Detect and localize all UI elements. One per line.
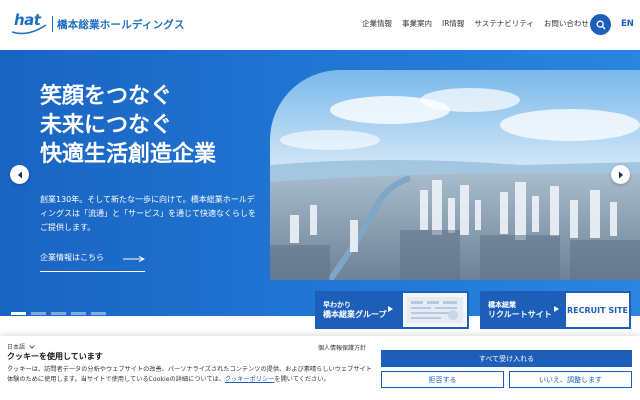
cookie-language-select[interactable]: 日本語	[7, 342, 35, 351]
slider-dot-3[interactable]	[51, 312, 66, 315]
adjust-settings-button[interactable]: いいえ、調整します	[509, 371, 632, 388]
hero-headline: 笑顔をつなぐ 未来につなぐ 快適生活創造企業	[40, 82, 216, 169]
slider-prev-button[interactable]	[10, 165, 29, 184]
recruit-site-badge: RECRUIT SITE	[566, 293, 629, 327]
reject-button[interactable]: 拒否する	[381, 371, 504, 388]
search-icon	[596, 20, 605, 29]
recruit-banner-line-2: リクルートサイト	[488, 310, 552, 319]
chevron-left-icon	[17, 171, 22, 178]
arrow-right-icon	[123, 256, 145, 262]
nav-item-ir[interactable]: IR情報	[442, 18, 464, 29]
cookie-body: クッキーは、訪問者データの分析やウェブサイトの改善、パーソナライズされたコンテン…	[7, 365, 375, 385]
nav-item-business[interactable]: 事業案内	[402, 18, 432, 29]
slider-dot-4[interactable]	[71, 312, 86, 315]
group-banner-line-2: 橋本総業グループ	[323, 310, 387, 319]
chevron-down-icon	[29, 344, 35, 349]
global-nav: 企業情報 事業案内 IR情報 サステナビリティ お問い合わせ	[362, 18, 599, 29]
privacy-policy-link[interactable]: 個人情報保護方針	[318, 343, 366, 352]
language-switch[interactable]: EN	[621, 19, 634, 29]
slider-dot-1[interactable]	[11, 312, 26, 315]
headline-line-2: 未来につなぐ	[40, 113, 173, 138]
headline-line-1: 笑顔をつなぐ	[40, 84, 173, 109]
recruit-site-banner[interactable]: 橋本総業 リクルートサイト RECRUIT SITE	[480, 291, 631, 329]
cookie-title: クッキーを使用しています	[7, 352, 103, 361]
nav-item-sustainability[interactable]: サステナビリティ	[474, 18, 533, 29]
slider-next-button[interactable]	[611, 165, 630, 184]
logo-divider	[52, 16, 53, 32]
cookie-language-label: 日本語	[7, 344, 26, 351]
group-banner-line-1: 早わかり	[323, 301, 351, 309]
cookie-policy-link[interactable]: クッキーポリシー	[225, 376, 275, 383]
hero-description: 創業130年。そして新たな一歩に向けて。橋本総業ホールディングスは「流通」と「サ…	[40, 195, 256, 232]
accept-all-button[interactable]: すべて受け入れる	[381, 350, 632, 367]
company-name: 橋本総業ホールディングス	[57, 18, 185, 31]
hat-logo-mark: hat	[10, 11, 50, 35]
nav-item-contact[interactable]: お問い合わせ	[544, 18, 589, 29]
slider-dot-5[interactable]	[91, 312, 106, 315]
hero-city-photo	[270, 70, 640, 280]
slider-dot-2[interactable]	[31, 312, 46, 315]
search-button[interactable]	[590, 14, 611, 35]
hero-slider: 笑顔をつなぐ 未来につなぐ 快適生活創造企業 創業130年。そして新たな一歩に向…	[0, 50, 640, 316]
triangle-right-icon	[554, 306, 559, 312]
company-info-link[interactable]: 企業情報はこちら	[40, 252, 145, 272]
group-banner-text: 早わかり 橋本総業グループ	[323, 300, 387, 320]
site-header: hat 橋本総業ホールディングス 企業情報 事業案内 IR情報 サステナビリティ…	[0, 0, 640, 50]
page: hat 橋本総業ホールディングス 企業情報 事業案内 IR情報 サステナビリティ…	[0, 0, 640, 400]
group-banner-thumbnail	[403, 293, 467, 327]
cookie-body-suffix: を開いてください。	[274, 376, 330, 383]
triangle-right-icon	[388, 306, 393, 312]
nav-item-company[interactable]: 企業情報	[362, 18, 392, 29]
recruit-banner-line-1: 橋本総業	[488, 301, 516, 309]
slider-pagination	[11, 312, 106, 315]
chevron-right-icon	[618, 171, 623, 178]
group-overview-banner[interactable]: 早わかり 橋本総業グループ	[315, 291, 469, 329]
headline-line-3: 快適生活創造企業	[40, 142, 217, 167]
site-logo[interactable]: hat 橋本総業ホールディングス	[10, 11, 185, 35]
recruit-banner-text: 橋本総業 リクルートサイト	[488, 300, 552, 320]
company-info-link-label: 企業情報はこちら	[40, 253, 104, 262]
